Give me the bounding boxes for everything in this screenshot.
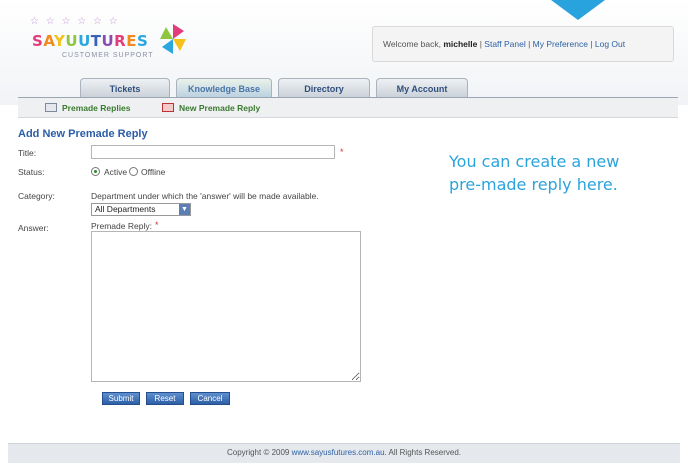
- tab-knowledge-base[interactable]: Knowledge Base: [176, 78, 272, 98]
- replies-list-icon: [45, 103, 57, 112]
- callout-line-1: You can create a new: [449, 152, 620, 171]
- title-label: Title:: [18, 148, 37, 158]
- my-preference-link[interactable]: My Preference: [533, 39, 588, 49]
- staff-panel-link[interactable]: Staff Panel: [484, 39, 525, 49]
- status-label: Status:: [18, 167, 45, 177]
- tab-directory[interactable]: Directory: [278, 78, 370, 98]
- callout-arrow-icon: [551, 0, 605, 20]
- answer-caption: Premade Reply:: [91, 221, 152, 231]
- form-heading: Add New Premade Reply: [18, 128, 148, 140]
- footer: Copyright © 2009 www.sayusfutures.com.au…: [8, 443, 680, 463]
- tab-my-account[interactable]: My Account: [376, 78, 468, 98]
- logo[interactable]: ☆ ☆ ☆ ☆ ☆ ☆ SAYUUTURES CUSTOMER SUPPORT: [24, 16, 194, 64]
- footer-rights: . All Rights Reserved.: [384, 448, 462, 457]
- title-required-marker: *: [340, 147, 344, 157]
- status-offline-radio[interactable]: [129, 167, 138, 176]
- reset-button[interactable]: Reset: [146, 392, 184, 405]
- title-input[interactable]: [91, 145, 335, 159]
- status-active-label: Active: [104, 167, 128, 177]
- category-select-value: All Departments: [95, 204, 156, 214]
- answer-required-marker: *: [155, 220, 159, 230]
- chevron-down-icon[interactable]: ▼: [179, 204, 190, 215]
- category-select[interactable]: All Departments ▼: [91, 203, 191, 216]
- logo-stars: ☆ ☆ ☆ ☆ ☆ ☆: [30, 16, 120, 27]
- log-out-link[interactable]: Log Out: [595, 39, 625, 49]
- logo-wordmark: SAYUUTURES: [32, 32, 149, 50]
- new-premade-reply-link[interactable]: New Premade Reply: [179, 103, 260, 113]
- callout-text: You can create a new pre-made reply here…: [449, 150, 674, 196]
- answer-textarea[interactable]: [91, 231, 361, 382]
- submit-button[interactable]: Submit: [102, 392, 140, 405]
- welcome-prefix: Welcome back,: [383, 39, 441, 49]
- cancel-button[interactable]: Cancel: [190, 392, 230, 405]
- category-help-text: Department under which the 'answer' will…: [91, 191, 319, 201]
- category-label: Category:: [18, 191, 55, 201]
- status-active-radio[interactable]: [91, 167, 100, 176]
- pinwheel-icon: [160, 24, 186, 54]
- footer-copyright: Copyright © 2009: [226, 448, 290, 457]
- welcome-box: Welcome back, michelle | Staff Panel | M…: [372, 26, 674, 62]
- premade-replies-link[interactable]: Premade Replies: [62, 103, 131, 113]
- welcome-username: michelle: [443, 39, 478, 49]
- logo-tagline: CUSTOMER SUPPORT: [62, 52, 154, 59]
- status-offline-label: Offline: [141, 167, 166, 177]
- new-reply-icon: [162, 103, 174, 112]
- tab-tickets[interactable]: Tickets: [80, 78, 170, 98]
- callout-line-2: pre-made reply here.: [449, 175, 618, 194]
- answer-label: Answer:: [18, 223, 49, 233]
- footer-site-link[interactable]: www.sayusfutures.com.au: [292, 448, 385, 457]
